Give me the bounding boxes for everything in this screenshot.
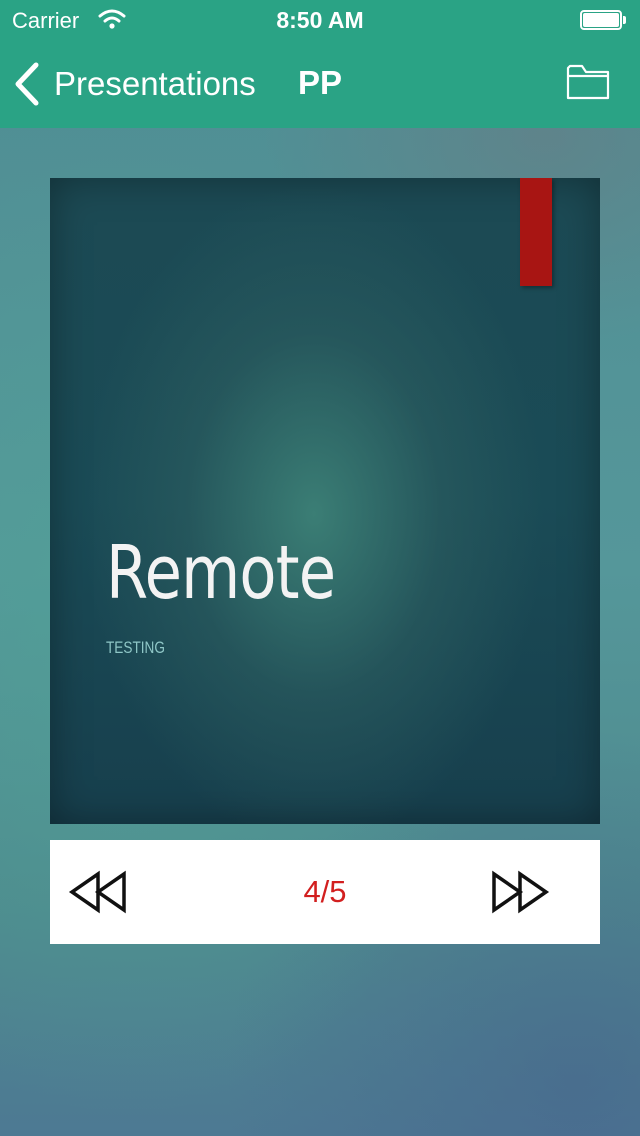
slide-preview: Remote TESTING bbox=[50, 178, 600, 824]
slide-controls: 4/5 bbox=[50, 840, 600, 944]
chevron-left-icon bbox=[15, 62, 39, 106]
fast-forward-icon[interactable] bbox=[490, 870, 550, 914]
status-time: 8:50 AM bbox=[276, 7, 364, 33]
battery-icon bbox=[580, 10, 626, 30]
page-title: PP bbox=[298, 64, 343, 101]
back-button[interactable]: Presentations bbox=[12, 58, 272, 110]
back-button-label: Presentations bbox=[54, 65, 256, 102]
slide-title: Remote bbox=[106, 530, 336, 616]
folder-icon[interactable] bbox=[566, 62, 610, 100]
slide-subtitle: TESTING bbox=[106, 638, 165, 657]
status-bar: Carrier 8:50 AM bbox=[0, 0, 640, 40]
slide-ribbon-decoration bbox=[520, 178, 552, 286]
